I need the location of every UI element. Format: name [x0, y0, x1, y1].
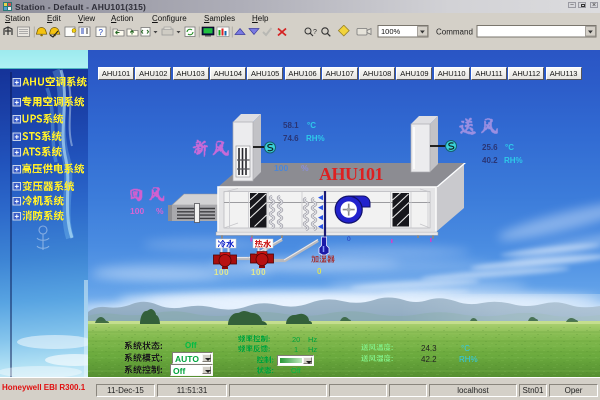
svg-text:0: 0: [347, 236, 351, 243]
